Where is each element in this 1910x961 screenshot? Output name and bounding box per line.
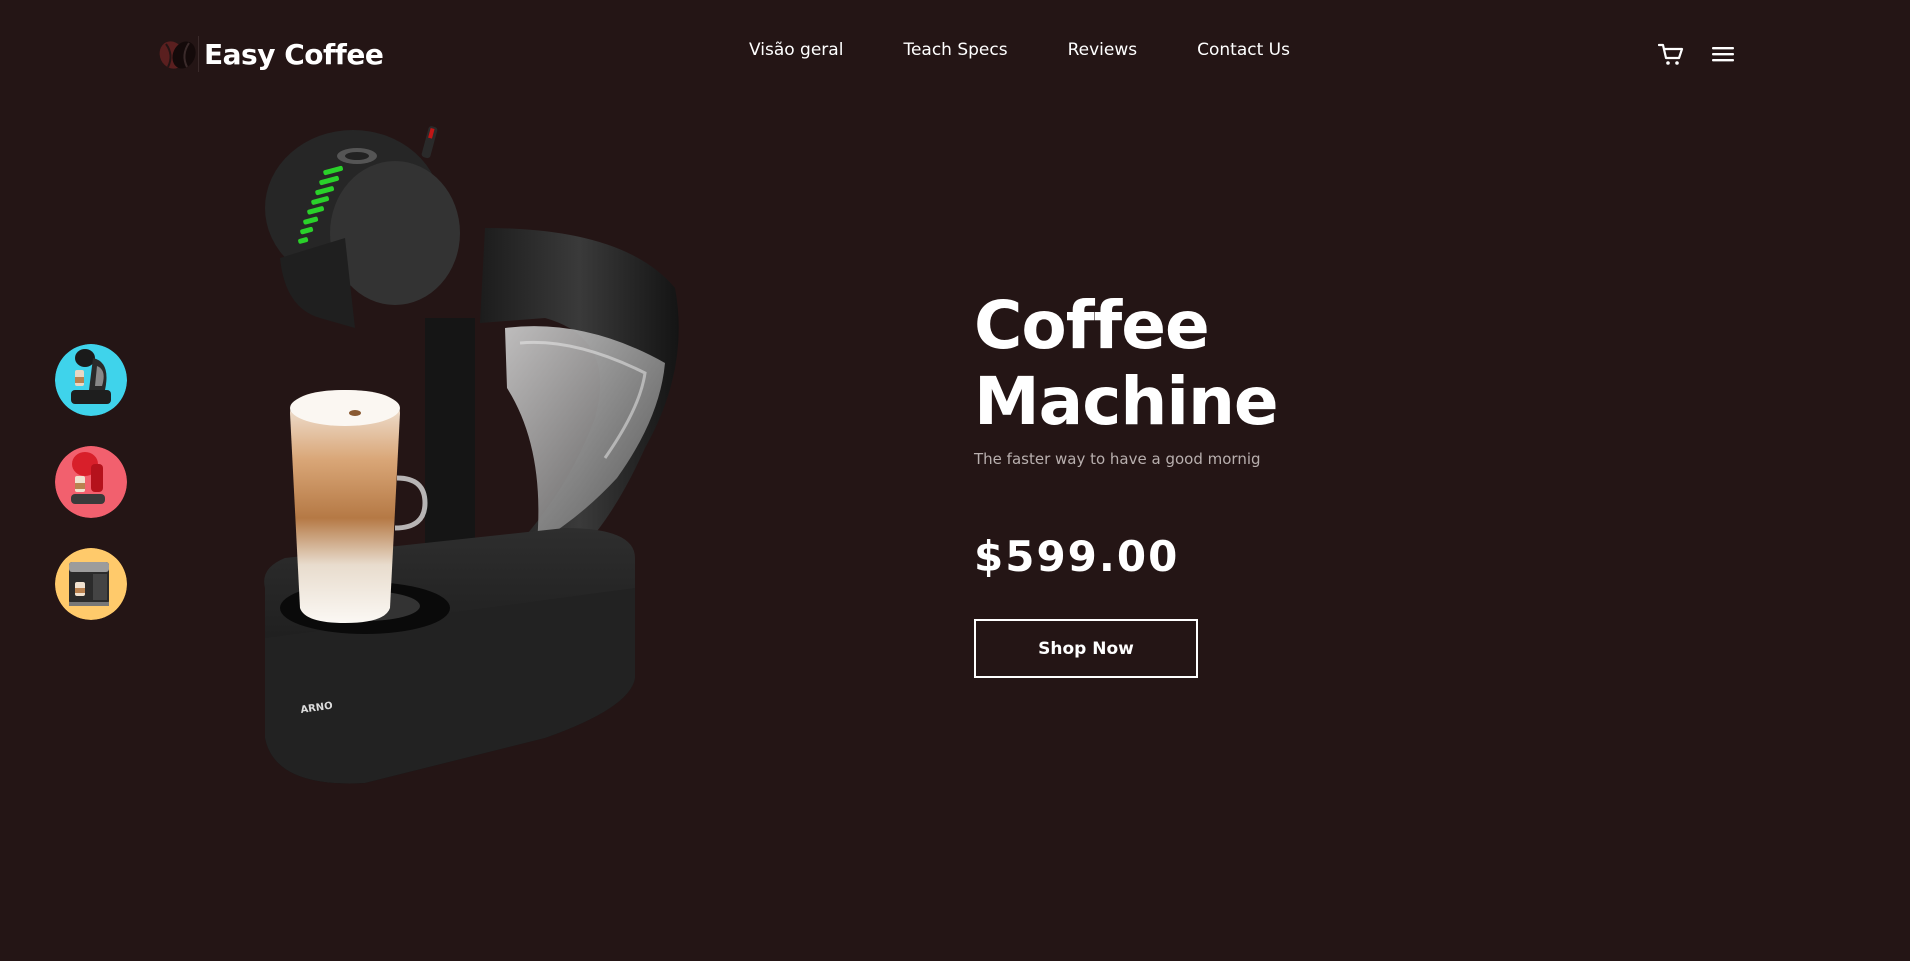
hero-title-line-2: Machine bbox=[974, 363, 1279, 440]
nav-item-teach-specs[interactable]: Teach Specs bbox=[903, 40, 1007, 60]
menu-icon[interactable] bbox=[1709, 40, 1737, 68]
hero-title-line-1: Coffee bbox=[974, 287, 1210, 364]
nav-item-reviews[interactable]: Reviews bbox=[1068, 40, 1138, 60]
thumbnail-red-machine[interactable] bbox=[55, 446, 127, 518]
nav-item-contact-us[interactable]: Contact Us bbox=[1197, 40, 1290, 60]
product-image: ARNO bbox=[245, 118, 695, 790]
thumbnail-black-machine[interactable] bbox=[55, 344, 127, 416]
hero-section: Coffee Machine The faster way to have a … bbox=[974, 288, 1494, 678]
header-actions bbox=[1657, 40, 1737, 68]
brand-name: Easy Coffee bbox=[204, 37, 384, 71]
shop-now-button[interactable]: Shop Now bbox=[974, 619, 1198, 678]
thumbnail-steel-machine[interactable] bbox=[55, 548, 127, 620]
coffee-beans-icon bbox=[156, 34, 200, 74]
product-price: $599.00 bbox=[974, 532, 1180, 581]
product-thumbnails bbox=[55, 344, 127, 620]
hero-title: Coffee Machine bbox=[974, 288, 1494, 440]
cart-icon[interactable] bbox=[1657, 40, 1685, 68]
site-header: Easy Coffee Visão geral Teach Specs Revi… bbox=[0, 0, 1910, 108]
nav-item-visao-geral[interactable]: Visão geral bbox=[749, 40, 843, 60]
hero-subtitle: The faster way to have a good mornig bbox=[974, 450, 1261, 468]
main-nav: Visão geral Teach Specs Reviews Contact … bbox=[749, 40, 1290, 60]
brand-logo[interactable]: Easy Coffee bbox=[156, 34, 384, 74]
